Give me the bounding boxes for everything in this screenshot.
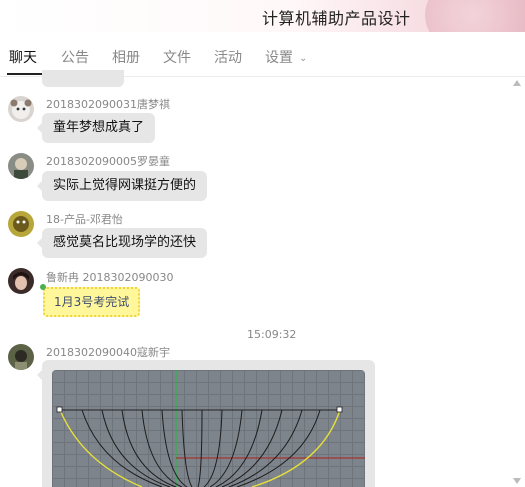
pin-icon (40, 284, 46, 290)
cad-screenshot-image[interactable] (52, 370, 365, 487)
group-title: 计算机辅助产品设计 (262, 9, 411, 28)
header-banner: 计算机辅助产品设计 (0, 0, 525, 32)
tab-activities-label: 活动 (214, 50, 242, 66)
scroll-up-arrow-icon[interactable] (513, 80, 521, 86)
avatar[interactable] (8, 96, 34, 122)
avatar[interactable] (8, 344, 34, 370)
avatar[interactable] (8, 153, 34, 179)
tab-settings[interactable]: 设置 ⌄ (265, 47, 307, 67)
sender-name: 鲁新冉 2018302090030 (46, 271, 174, 284)
avatar[interactable] (8, 211, 34, 237)
message-bubble: 感觉莫名比现场学的还快 (36, 228, 208, 258)
avatar[interactable] (8, 268, 34, 294)
note-text: 1月3号考完试 (54, 295, 130, 309)
tab-album[interactable]: 相册 (112, 47, 140, 67)
tab-files[interactable]: 文件 (163, 47, 191, 67)
timestamp: 15:09:32 (247, 328, 297, 341)
message-note-bubble: 1月3号考完试 (40, 284, 141, 317)
active-tab-indicator (7, 73, 43, 75)
message-bubble: 实际上觉得网课挺方便的 (36, 171, 208, 201)
message-bubble: 童年梦想成真了 (36, 113, 156, 143)
scroll-down-arrow-icon[interactable] (513, 478, 521, 484)
tab-chat[interactable]: 聊天 (9, 47, 37, 67)
tab-announcements[interactable]: 公告 (61, 47, 89, 67)
tab-settings-label: 设置 (265, 50, 293, 66)
tab-activities[interactable]: 活动 (214, 47, 242, 67)
chevron-down-icon: ⌄ (299, 53, 308, 64)
sender-name: 18-产品-邓君怡 (46, 213, 123, 226)
banner-decoration (425, 0, 525, 32)
sender-name: 2018302090005罗晏童 (46, 155, 170, 168)
previous-message-bubble (42, 70, 124, 87)
sender-name: 2018302090040寇新宇 (46, 346, 170, 359)
sender-name: 2018302090031唐梦祺 (46, 98, 170, 111)
